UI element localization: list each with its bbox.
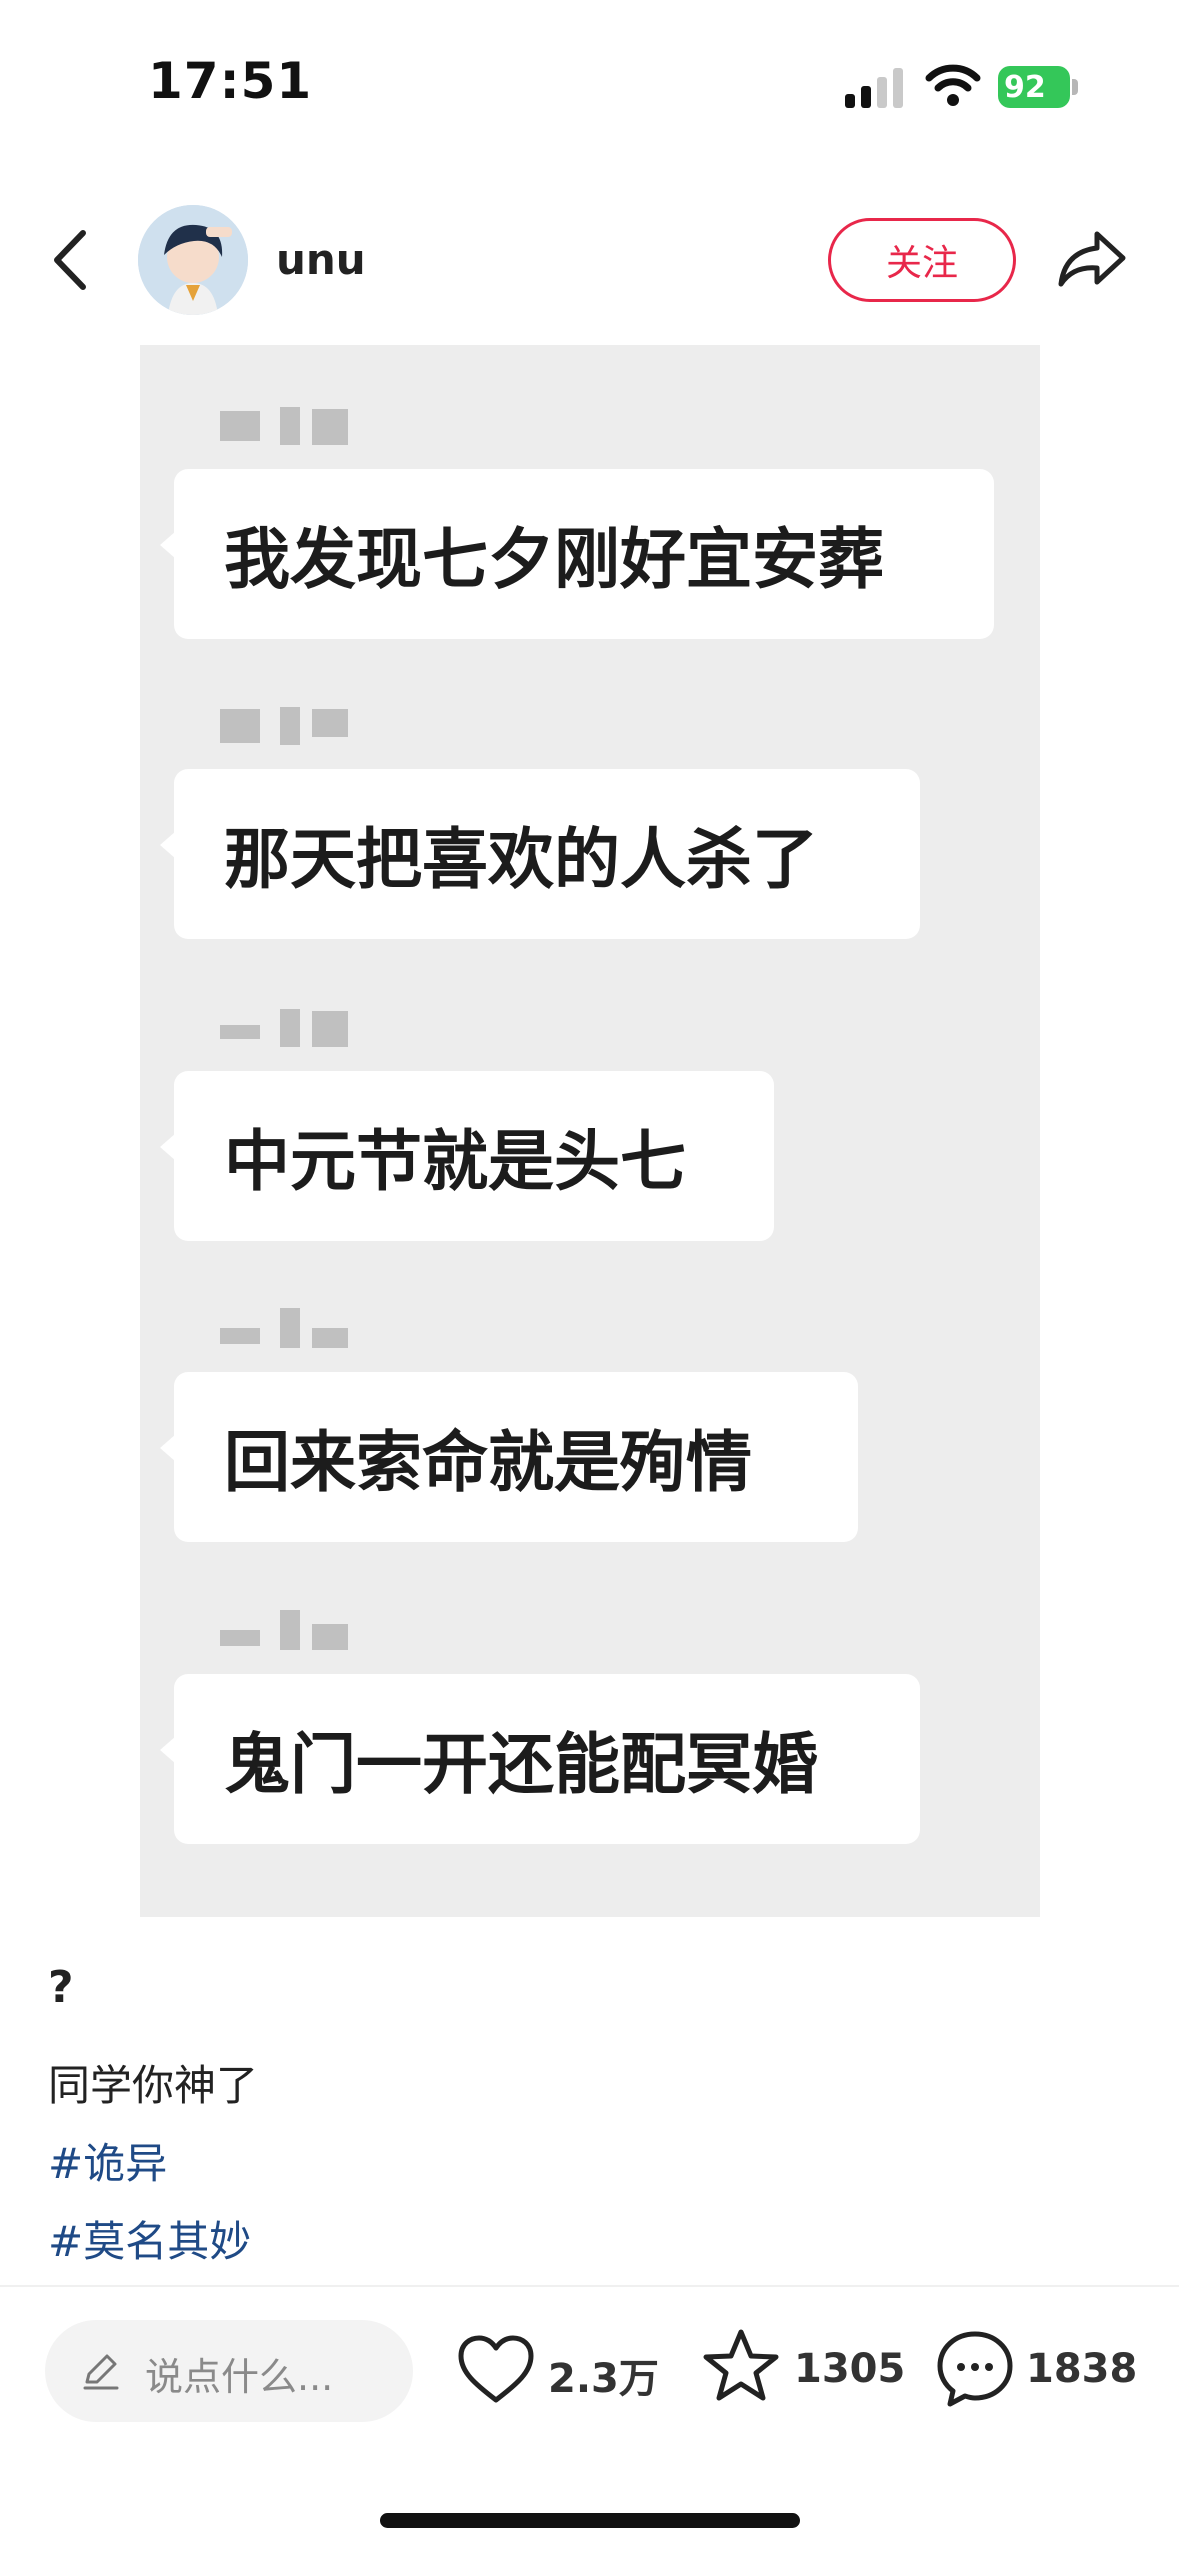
chat-bubble: 中元节就是头七 bbox=[160, 1071, 774, 1241]
share-icon[interactable] bbox=[1055, 222, 1130, 297]
chat-message: 回来索命就是殉情 bbox=[160, 1308, 858, 1542]
chat-message: 中元节就是头七 bbox=[160, 1007, 774, 1241]
chat-bubble: 回来索命就是殉情 bbox=[160, 1372, 858, 1542]
chat-bubble: 鬼门一开还能配冥婚 bbox=[160, 1674, 920, 1844]
chat-message-text: 中元节就是头七 bbox=[224, 1123, 686, 1200]
chat-message: 鬼门一开还能配冥婚 bbox=[160, 1610, 920, 1844]
comment-bubble-icon[interactable] bbox=[934, 2328, 1016, 2410]
battery-level: 92 bbox=[1004, 70, 1046, 105]
author-username[interactable]: unu bbox=[276, 235, 366, 284]
status-time: 17:51 bbox=[148, 52, 313, 110]
back-chevron-icon[interactable] bbox=[45, 225, 95, 295]
chat-message-text: 那天把喜欢的人杀了 bbox=[224, 821, 818, 898]
hashtag-link[interactable]: #诡异 bbox=[48, 2130, 167, 2191]
comment-count: 1838 bbox=[1026, 2346, 1138, 2392]
blurred-sender-name bbox=[220, 705, 370, 749]
chat-message-text: 我发现七夕刚好宜安葬 bbox=[224, 521, 884, 598]
star-icon[interactable] bbox=[700, 2326, 782, 2408]
comment-input[interactable]: 说点什么... bbox=[45, 2320, 413, 2422]
post-title: ? bbox=[48, 1962, 74, 2013]
comment-placeholder: 说点什么... bbox=[145, 2355, 334, 2399]
post-text: 同学你神了 bbox=[48, 2061, 259, 2110]
chat-message: 那天把喜欢的人杀了 bbox=[160, 705, 920, 939]
like-count: 2.3万 bbox=[548, 2356, 659, 2402]
chat-bubble: 我发现七夕刚好宜安葬 bbox=[160, 469, 994, 639]
pencil-icon bbox=[83, 2354, 119, 2390]
battery-icon: 92 bbox=[998, 66, 1080, 108]
blurred-sender-name bbox=[220, 1007, 370, 1051]
chat-bubble: 那天把喜欢的人杀了 bbox=[160, 769, 920, 939]
hashtag-link[interactable]: #莫名其妙 bbox=[48, 2208, 251, 2269]
chat-message-text: 回来索命就是殉情 bbox=[224, 1424, 752, 1501]
heart-icon[interactable] bbox=[455, 2330, 537, 2412]
avatar[interactable] bbox=[138, 205, 248, 315]
post-image[interactable]: 我发现七夕刚好宜安葬 那天把喜欢的人杀了 中元节就是头七 回来索命就是殉情 鬼门… bbox=[140, 345, 1040, 1917]
home-indicator[interactable] bbox=[380, 2513, 800, 2528]
cellular-signal-icon bbox=[845, 68, 903, 108]
wifi-icon bbox=[925, 64, 981, 106]
chat-message: 我发现七夕刚好宜安葬 bbox=[160, 405, 994, 639]
bottom-bar-divider bbox=[0, 2285, 1179, 2287]
blurred-sender-name bbox=[220, 1308, 370, 1352]
chat-message-text: 鬼门一开还能配冥婚 bbox=[224, 1726, 818, 1803]
blurred-sender-name bbox=[220, 1610, 370, 1654]
blurred-sender-name bbox=[220, 405, 370, 449]
follow-button[interactable]: 关注 bbox=[828, 218, 1016, 302]
favorite-count: 1305 bbox=[794, 2346, 906, 2392]
